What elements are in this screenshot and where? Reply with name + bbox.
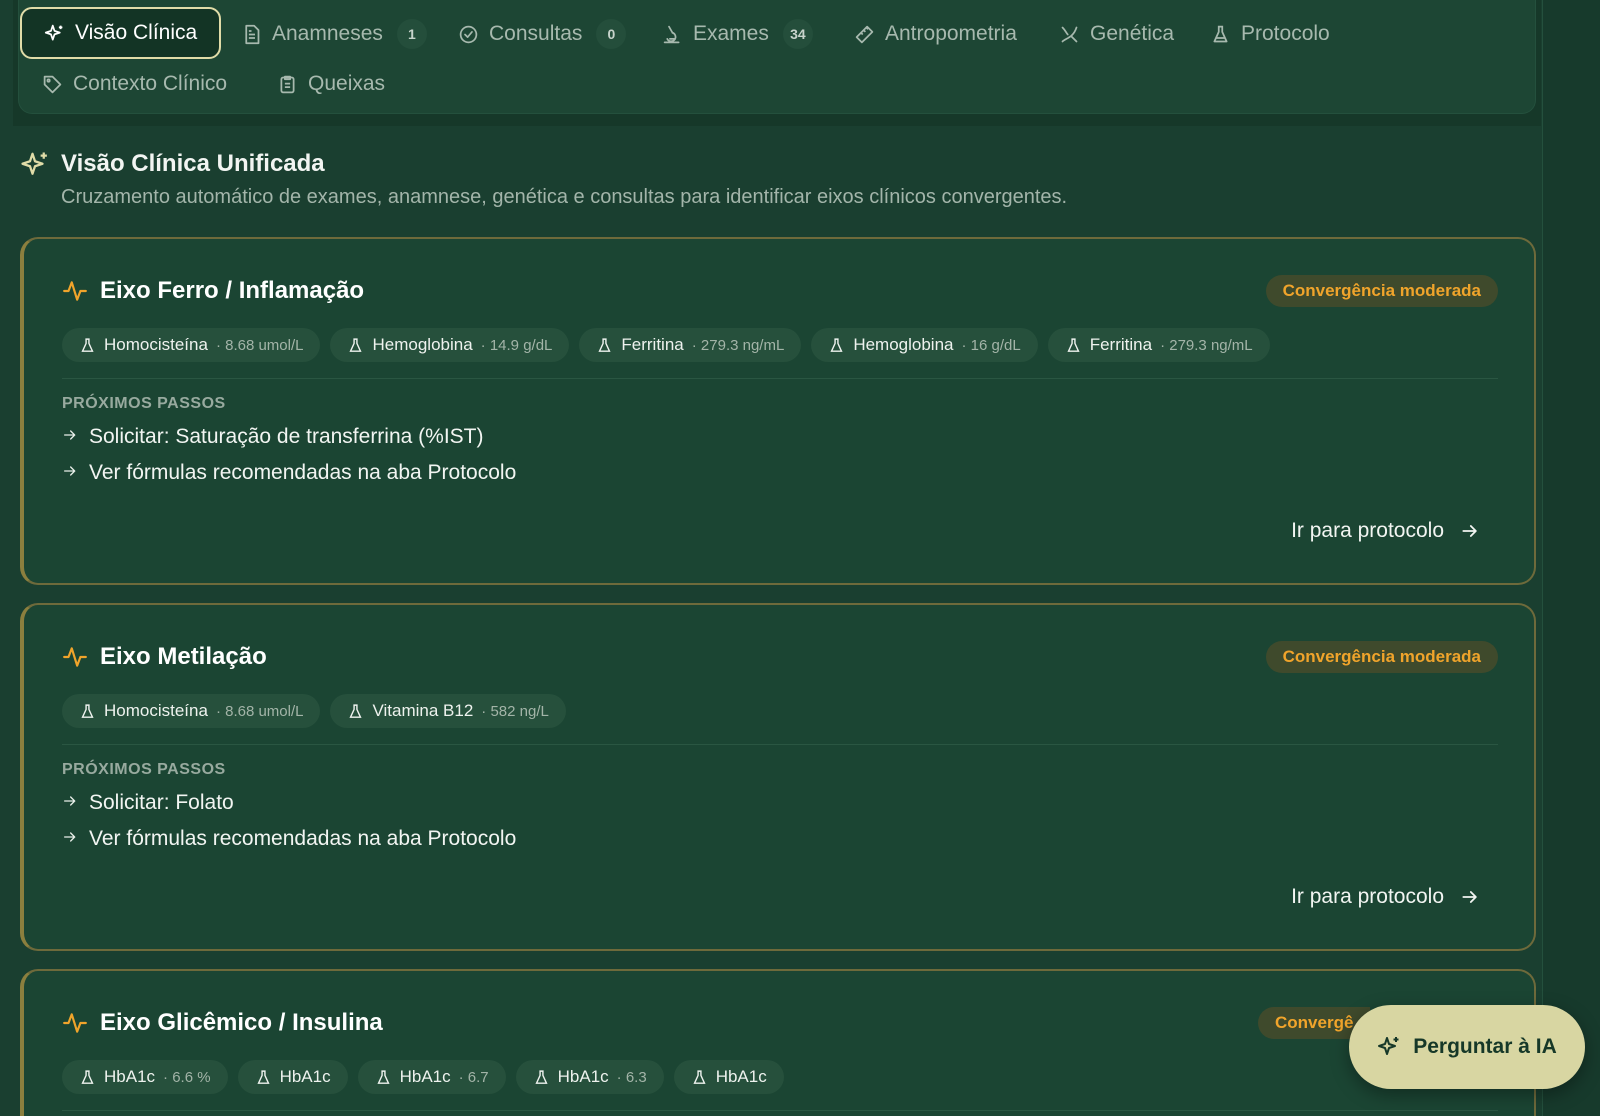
marker-chips: HbA1c · 6.6 % HbA1c HbA1c · 6.7 HbA1c · 6.3…: [62, 1060, 784, 1094]
tab-antropometria[interactable]: Antropometria: [832, 8, 1039, 60]
tab-label: Anamneses: [272, 22, 383, 45]
tab-protocolo[interactable]: Protocolo: [1188, 8, 1352, 60]
tab-anamneses[interactable]: Anamneses 1: [219, 8, 449, 60]
status-badge: Convergência moderada: [1265, 641, 1498, 673]
arrow-right-icon: [64, 832, 76, 842]
check-circle-icon: [459, 25, 478, 43]
card-title: Eixo Glicêmico / Insulina: [62, 1009, 383, 1037]
go-to-protocol-link[interactable]: Ir para protocolo: [1291, 885, 1480, 909]
tab-contexto-clinico[interactable]: Contexto Clínico: [20, 58, 249, 110]
axis-card-ferro-inflamacao: Eixo Ferro / Inflamação Convergência mod…: [20, 237, 1536, 585]
sparkles-icon: [44, 24, 63, 40]
flask-icon: [1067, 337, 1080, 352]
ask-ai-button[interactable]: Perguntar à IA: [1349, 1005, 1585, 1089]
next-step-item: Solicitar: Saturação de transferrina (%I…: [62, 419, 516, 455]
tab-consultas[interactable]: Consultas 0: [436, 8, 648, 60]
dna-icon: [1061, 26, 1078, 42]
arrow-right-icon: [1462, 525, 1477, 537]
status-badge: Convergência moderada: [1265, 275, 1498, 307]
tab-queixas[interactable]: Queixas: [255, 58, 407, 110]
divider: [62, 378, 1498, 379]
tab-label: Visão Clínica: [75, 21, 198, 44]
ruler-icon: [855, 25, 874, 43]
divider: [62, 744, 1498, 745]
sparkles-icon: [21, 152, 47, 175]
tab-genetica[interactable]: Genética: [1037, 8, 1196, 60]
clipboard-icon: [280, 75, 295, 93]
marker-chip: Hemoglobina · 14.9 g/dL: [330, 328, 570, 362]
marker-chip: Homocisteína · 8.68 umol/L: [62, 328, 321, 362]
marker-chip: HbA1c: [673, 1060, 784, 1094]
card-title: Eixo Ferro / Inflamação: [62, 277, 364, 305]
flask-icon: [349, 703, 363, 718]
flask-icon: [81, 703, 94, 718]
tab-count-badge: 1: [396, 19, 427, 49]
tab-label: Protocolo: [1241, 22, 1330, 45]
right-edge-panel: [1542, 0, 1600, 1116]
page-title: Visão Clínica Unificada: [61, 150, 325, 177]
page-subtitle: Cruzamento automático de exames, anamnes…: [61, 186, 1068, 208]
go-to-protocol-link[interactable]: Ir para protocolo: [1291, 519, 1480, 543]
tab-label: Genética: [1090, 22, 1175, 45]
next-step-item: Solicitar: Folato: [62, 785, 516, 821]
divider: [62, 1110, 1498, 1111]
tab-count-badge: 0: [596, 19, 627, 49]
activity-icon: [63, 281, 87, 301]
tab-label: Queixas: [308, 72, 386, 95]
flask-icon: [257, 1069, 270, 1084]
marker-chip: Ferritina · 279.3 ng/mL: [1047, 328, 1270, 362]
tab-label: Consultas: [489, 22, 583, 45]
tab-bar: Visão Clínica Anamneses 1 Consultas 0 Ex…: [13, 0, 1541, 126]
arrow-right-icon: [64, 466, 76, 476]
marker-chip: HbA1c · 6.6 %: [62, 1060, 228, 1094]
document-icon: [245, 24, 260, 44]
flask-icon: [1213, 25, 1228, 42]
tab-count-badge: 34: [782, 19, 813, 49]
axis-card-glicemico-insulina: Eixo Glicêmico / Insulina Convergê HbA1c…: [20, 969, 1536, 1116]
marker-chips: Homocisteína · 8.68 umol/L Hemoglobina · 1…: [62, 328, 1270, 362]
card-title: Eixo Metilação: [62, 643, 267, 671]
next-step-item: Ver fórmulas recomendadas na aba Protoco…: [62, 821, 516, 857]
marker-chip: Homocisteína · 8.68 umol/L: [62, 694, 321, 728]
arrow-right-icon: [1462, 891, 1477, 903]
marker-chip: Hemoglobina · 16 g/dL: [811, 328, 1038, 362]
tab-label: Antropometria: [885, 22, 1017, 45]
tab-visao-clinica[interactable]: Visão Clínica: [20, 7, 222, 59]
flask-icon: [81, 337, 94, 352]
flask-icon: [535, 1069, 548, 1084]
tab-label: Exames: [693, 22, 769, 45]
steps-heading: PRÓXIMOS PASSOS: [62, 761, 226, 778]
tag-icon: [43, 75, 62, 93]
steps-heading: PRÓXIMOS PASSOS: [62, 395, 226, 412]
flask-icon: [830, 337, 843, 352]
sparkles-icon: [1378, 1037, 1399, 1055]
axis-card-metilacao: Eixo Metilação Convergência moderada Hom…: [20, 603, 1536, 951]
arrow-right-icon: [64, 796, 76, 806]
next-steps-list: Solicitar: Folato Ver fórmulas recomenda…: [62, 785, 516, 857]
activity-icon: [63, 1013, 87, 1033]
flask-icon: [81, 1069, 94, 1084]
flask-icon: [349, 337, 363, 352]
next-step-item: Ver fórmulas recomendadas na aba Protoco…: [62, 455, 516, 491]
next-steps-list: Solicitar: Saturação de transferrina (%I…: [62, 419, 516, 491]
marker-chip: HbA1c: [237, 1060, 348, 1094]
flask-icon: [598, 337, 611, 352]
activity-icon: [63, 647, 87, 667]
marker-chip: Ferritina · 279.3 ng/mL: [579, 328, 802, 362]
marker-chip: HbA1c · 6.7: [357, 1060, 506, 1094]
marker-chip: Vitamina B12 · 582 ng/L: [330, 694, 566, 728]
tab-label: Contexto Clínico: [73, 72, 228, 95]
arrow-right-icon: [64, 430, 76, 440]
tab-exames[interactable]: Exames 34: [640, 8, 835, 60]
microscope-icon: [663, 25, 680, 43]
flask-icon: [693, 1069, 706, 1084]
marker-chips: Homocisteína · 8.68 umol/L Vitamina B12 · …: [62, 694, 566, 728]
marker-chip: HbA1c · 6.3: [515, 1060, 664, 1094]
flask-icon: [377, 1069, 390, 1084]
